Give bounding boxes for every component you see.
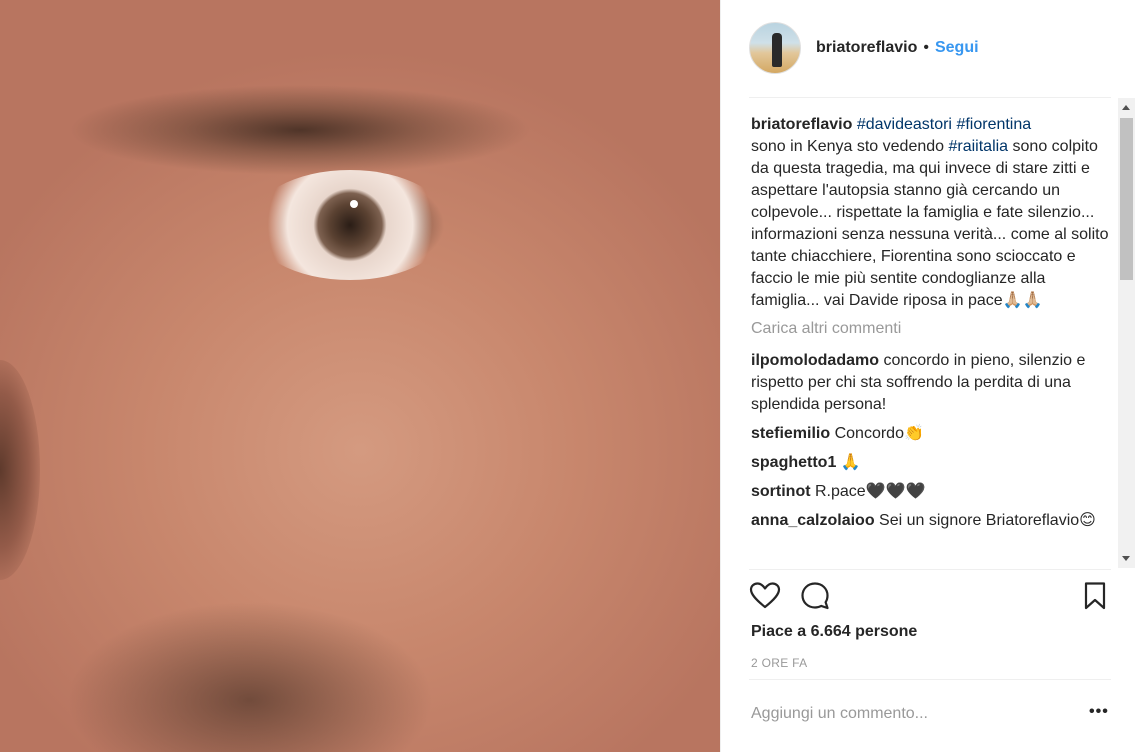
hashtag-link[interactable]: #raiitalia	[948, 138, 1008, 155]
bookmark-icon[interactable]	[1079, 580, 1111, 612]
post-side-panel: briatoreflavio • Segui briatoreflavio #d…	[720, 0, 1138, 752]
photo-eye	[250, 170, 450, 280]
comment-text: 🙏	[840, 454, 861, 471]
comment-item: anna_calzolaioo Sei un signore Briatoref…	[751, 510, 1113, 532]
comment-item: stefiemilio Concordo👏	[751, 423, 1113, 445]
comment-username[interactable]: sortinot	[751, 483, 811, 500]
caption-text: sono colpito da questa tragedia, ma qui …	[751, 138, 1109, 309]
comment-text: R.pace🖤🖤🖤	[815, 483, 926, 500]
photo-eye-highlight	[350, 200, 358, 208]
post-timestamp[interactable]: 2 ORE FA	[751, 656, 807, 670]
add-comment-input[interactable]	[751, 700, 1051, 728]
actions-divider	[749, 569, 1111, 570]
heart-icon[interactable]	[749, 580, 781, 612]
scroll-up-arrow-icon[interactable]	[1122, 105, 1130, 110]
author-username[interactable]: briatoreflavio	[816, 39, 917, 57]
comment-item: ilpomolodadamo concordo in pieno, silenz…	[751, 350, 1113, 416]
photo-shadow	[0, 360, 40, 580]
likes-count[interactable]: Piace a 6.664 persone	[751, 623, 917, 641]
hashtag-link[interactable]: #davideastori	[857, 116, 952, 133]
load-more-comments-button[interactable]: Carica altri commenti	[751, 318, 1113, 340]
comment-username[interactable]: spaghetto1	[751, 454, 836, 471]
comments-list[interactable]: briatoreflavio #davideastori #fiorentina…	[751, 114, 1113, 569]
post-header: briatoreflavio • Segui	[749, 22, 979, 74]
post-caption: briatoreflavio #davideastori #fiorentina…	[751, 114, 1113, 312]
post-photo[interactable]	[0, 0, 720, 752]
comment-username[interactable]: stefiemilio	[751, 425, 830, 442]
comment-username[interactable]: anna_calzolaioo	[751, 512, 875, 529]
follow-button[interactable]: Segui	[935, 39, 979, 57]
comment-box-divider	[749, 679, 1111, 680]
scroll-down-arrow-icon[interactable]	[1122, 556, 1130, 561]
caption-text: sono in Kenya sto vedendo	[751, 138, 949, 155]
more-options-button[interactable]: •••	[1089, 703, 1109, 721]
comments-scrollbar[interactable]	[1118, 98, 1135, 568]
scrollbar-thumb[interactable]	[1120, 118, 1133, 280]
hashtag-link[interactable]: #fiorentina	[956, 116, 1031, 133]
comment-item: spaghetto1 🙏	[751, 452, 1113, 474]
comment-username[interactable]: ilpomolodadamo	[751, 352, 879, 369]
author-avatar[interactable]	[749, 22, 801, 74]
post-actions	[749, 580, 1111, 614]
comment-text: Concordo👏	[834, 425, 924, 442]
header-divider	[749, 97, 1111, 98]
comment-item: sortinot R.pace🖤🖤🖤	[751, 481, 1113, 503]
comment-bubble-icon[interactable]	[799, 580, 831, 612]
caption-username[interactable]: briatoreflavio	[751, 116, 852, 133]
header-separator: •	[923, 39, 929, 56]
comment-text: Sei un signore Briatoreflavio😊	[879, 512, 1096, 529]
